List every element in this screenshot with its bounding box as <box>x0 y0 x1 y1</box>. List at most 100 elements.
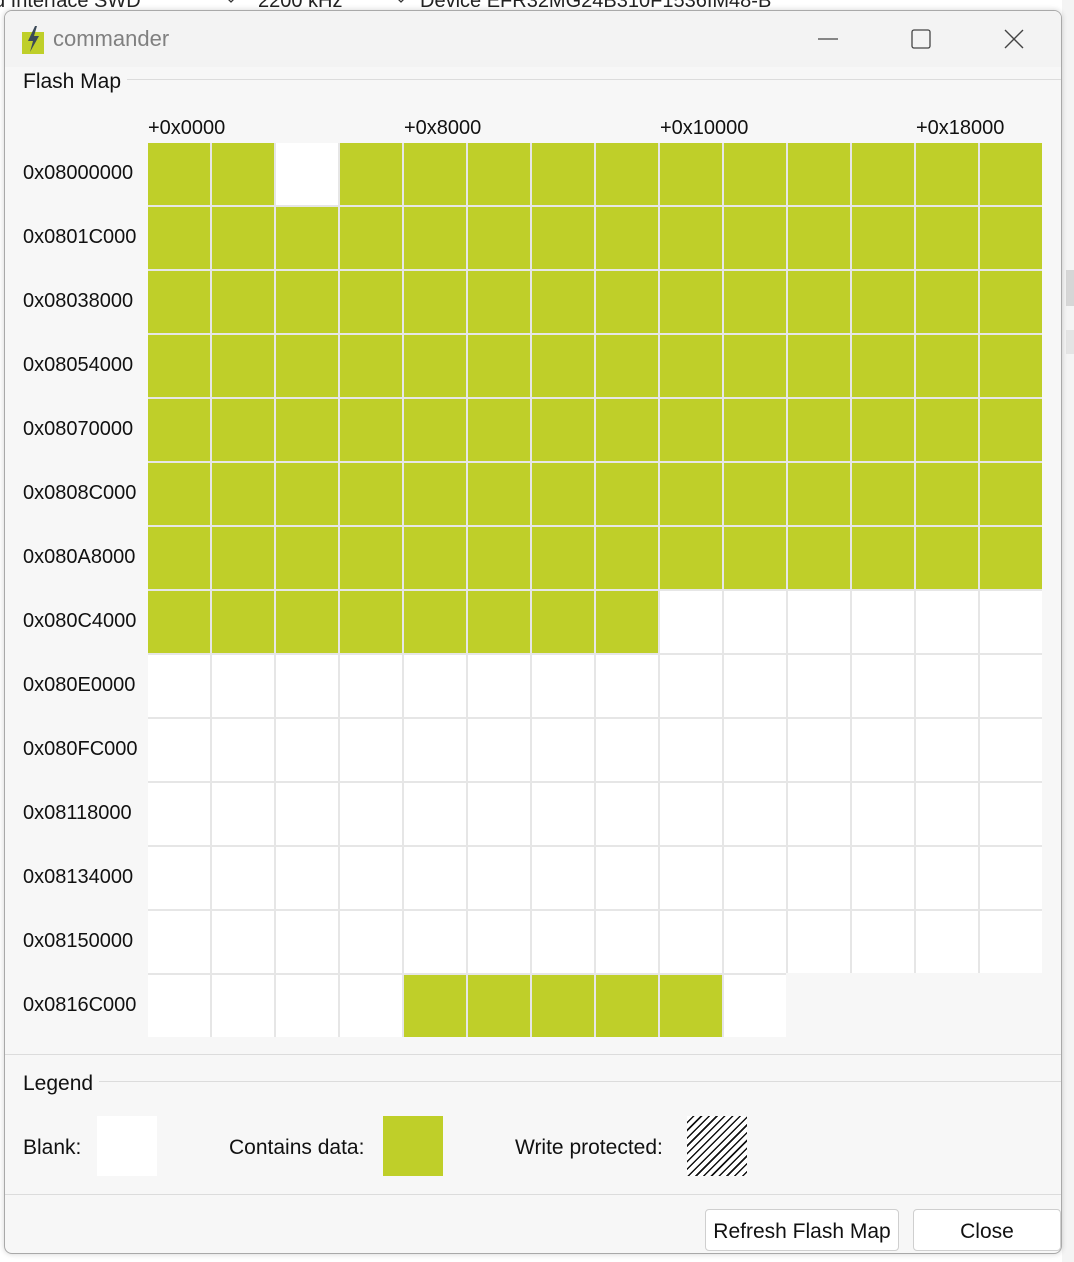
background-window-edge <box>1062 0 1074 1262</box>
flash-page-data <box>148 271 210 333</box>
flash-page-data <box>660 463 722 525</box>
flash-page-data <box>212 207 274 269</box>
chevron-down-icon <box>228 0 234 3</box>
flash-page-data <box>148 335 210 397</box>
minimize-button[interactable] <box>805 19 851 59</box>
flash-page-data <box>916 335 978 397</box>
flash-page-data <box>212 463 274 525</box>
row-address-label: 0x080FC000 <box>23 738 138 760</box>
flash-page-data <box>788 463 850 525</box>
flash-page-data <box>596 463 658 525</box>
flash-page-blank <box>916 783 978 845</box>
flash-page-data <box>596 975 658 1037</box>
flash-page-data <box>468 463 530 525</box>
flash-page-data <box>852 335 914 397</box>
flash-page-data <box>788 399 850 461</box>
flash-page-blank <box>532 911 594 973</box>
row-address-label: 0x080E0000 <box>23 674 136 696</box>
flash-page-data <box>212 335 274 397</box>
flash-page-data <box>532 591 594 653</box>
row-address-label: 0x08070000 <box>23 418 134 440</box>
flash-page-data <box>724 399 786 461</box>
bg-speed-label: 2200 kHz <box>258 0 343 12</box>
close-button[interactable]: Close <box>913 1209 1061 1251</box>
maximize-button[interactable] <box>898 19 944 59</box>
flash-page-data <box>916 271 978 333</box>
flash-page-data <box>852 143 914 205</box>
flash-page-data <box>660 399 722 461</box>
flash-page-blank <box>724 719 786 781</box>
flash-page-data <box>212 271 274 333</box>
flash-page-data <box>340 527 402 589</box>
flash-page-data <box>276 463 338 525</box>
refresh-flash-map-button[interactable]: Refresh Flash Map <box>705 1209 899 1251</box>
flash-page-blank <box>212 719 274 781</box>
flash-page-data <box>276 207 338 269</box>
title-bar[interactable]: commander <box>5 11 1061 67</box>
flash-page-data <box>404 207 466 269</box>
flash-page-data <box>340 335 402 397</box>
flash-page-blank <box>660 591 722 653</box>
legend-blank-swatch <box>97 1116 157 1176</box>
flash-page-blank <box>212 655 274 717</box>
flash-page-data <box>404 335 466 397</box>
row-address-label: 0x080A8000 <box>23 546 136 568</box>
flash-page-data <box>148 527 210 589</box>
flash-page-blank <box>148 783 210 845</box>
flash-page-data <box>852 527 914 589</box>
close-icon <box>1004 29 1024 49</box>
legend-protected-label: Write protected: <box>515 1136 663 1159</box>
flash-page-blank <box>724 655 786 717</box>
flash-page-data <box>852 271 914 333</box>
flash-page-data <box>404 527 466 589</box>
legend-blank-label: Blank: <box>23 1136 82 1159</box>
maximize-icon <box>911 29 931 49</box>
flash-page-data <box>340 271 402 333</box>
flash-page-data <box>980 143 1042 205</box>
window-title: commander <box>53 26 170 51</box>
flash-page-blank <box>340 719 402 781</box>
flash-page-data <box>148 591 210 653</box>
flash-page-data <box>532 463 594 525</box>
flash-page-blank <box>788 847 850 909</box>
group-divider <box>5 1054 1061 1055</box>
group-divider <box>127 79 1061 80</box>
flash-page-data <box>660 335 722 397</box>
flash-page-data <box>468 591 530 653</box>
flash-page-blank <box>852 719 914 781</box>
flash-page-data <box>468 271 530 333</box>
window-close-button[interactable] <box>991 19 1037 59</box>
flash-page-blank <box>468 655 530 717</box>
flash-page-data <box>340 591 402 653</box>
chevron-down-icon <box>398 0 404 3</box>
flash-page-data <box>916 399 978 461</box>
flash-page-blank <box>916 847 978 909</box>
flash-page-data <box>404 399 466 461</box>
flash-page-data <box>468 335 530 397</box>
flash-page-blank <box>660 847 722 909</box>
flash-page-blank <box>340 847 402 909</box>
flash-page-blank <box>596 911 658 973</box>
flash-page-blank <box>916 591 978 653</box>
flash-page-blank <box>596 783 658 845</box>
flash-page-blank <box>788 783 850 845</box>
flash-page-data <box>532 271 594 333</box>
flash-page-blank <box>276 847 338 909</box>
flash-page-data <box>980 207 1042 269</box>
flash-page-data <box>468 143 530 205</box>
row-address-label: 0x08000000 <box>23 162 134 184</box>
flash-page-blank <box>596 847 658 909</box>
flash-page-data <box>532 975 594 1037</box>
flash-page-data <box>212 399 274 461</box>
flash-page-data <box>596 335 658 397</box>
flash-page-data <box>660 975 722 1037</box>
legend-heading: Legend <box>23 1072 94 1095</box>
flash-page-data <box>724 527 786 589</box>
flash-page-data <box>788 335 850 397</box>
flash-page-blank <box>212 911 274 973</box>
flash-page-data <box>596 399 658 461</box>
flash-page-data <box>980 335 1042 397</box>
flash-page-data <box>212 143 274 205</box>
flash-page-data <box>916 463 978 525</box>
flash-page-data <box>212 591 274 653</box>
